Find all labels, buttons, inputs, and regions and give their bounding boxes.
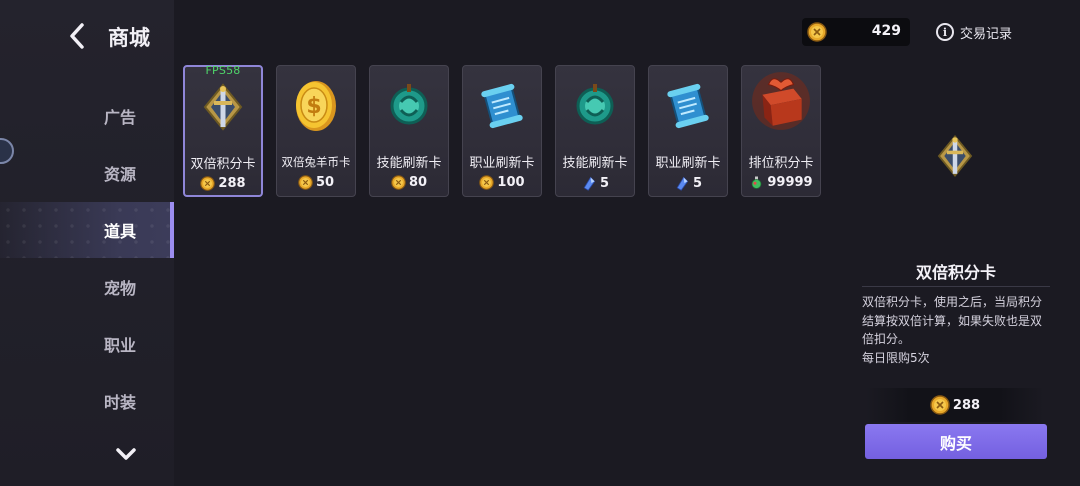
item-price: 100: [463, 175, 541, 190]
gold-coin-icon: $: [296, 81, 336, 131]
divider: [862, 286, 1050, 287]
transaction-history-button[interactable]: i 交易记录: [936, 22, 1012, 42]
red-gift-box-icon: [752, 72, 810, 130]
jade-refresh-icon: [576, 84, 614, 125]
detail-description-text: 双倍积分卡，使用之后，当局积分结算按双倍计算，如果失败也是双倍扣分。: [862, 295, 1043, 346]
svg-text:$: $: [306, 94, 321, 119]
item-name: 双倍兔羊币卡: [281, 155, 351, 169]
item-name: 双倍积分卡: [190, 157, 256, 172]
info-icon: i: [936, 23, 954, 41]
transaction-history-label: 交易记录: [960, 26, 1013, 42]
sidebar-item-ads[interactable]: 广告: [0, 88, 174, 144]
item-price-value: 5: [692, 175, 703, 191]
sword-emblem-icon: [203, 83, 243, 131]
scroll-down-button[interactable]: [112, 444, 140, 464]
sidebar-item-pets[interactable]: 宠物: [0, 259, 174, 315]
item-price: 5: [556, 175, 634, 191]
item-price-value: 100: [497, 175, 525, 190]
detail-price: 288: [866, 388, 1044, 422]
item-price: 80: [370, 175, 448, 190]
detail-price-value: 288: [952, 397, 981, 413]
sidebar: 商城 广告 资源 道具 宠物 职业 时装: [0, 0, 174, 486]
item-price: 288: [185, 176, 261, 191]
currency-display: 429: [802, 18, 910, 46]
page-title: 商城: [108, 26, 150, 50]
crystal-icon: [583, 176, 596, 191]
item-price-value: 288: [218, 176, 246, 191]
shop-item-card[interactable]: 技能刷新卡 5: [555, 65, 635, 197]
item-name: 技能刷新卡: [376, 156, 442, 171]
sidebar-item-fashion[interactable]: 时装: [0, 373, 174, 429]
blue-scroll-icon: [481, 83, 523, 129]
item-price: 99999: [742, 175, 820, 190]
buy-button[interactable]: 购买: [865, 424, 1047, 459]
detail-item-name: 双倍积分卡: [915, 263, 996, 282]
item-price-value: 5: [599, 175, 610, 191]
item-price-value: 99999: [767, 175, 813, 190]
sidebar-item-props[interactable]: 道具: [0, 202, 174, 258]
shop-item-card[interactable]: FPS58 双倍积分卡 288: [183, 64, 263, 197]
sword-emblem-icon: [937, 134, 973, 178]
detail-purchase-limit: 每日限购5次: [862, 350, 930, 365]
chevron-left-icon: [70, 23, 84, 49]
item-name: 排位积分卡: [748, 156, 814, 171]
gold-coin-icon: [200, 176, 216, 191]
item-name: 职业刷新卡: [655, 156, 721, 171]
blue-scroll-icon: [667, 83, 709, 129]
item-price-value: 50: [315, 175, 335, 190]
item-name: 技能刷新卡: [562, 156, 628, 171]
sidebar-item-resources[interactable]: 资源: [0, 145, 174, 201]
fps-counter: FPS58: [205, 64, 241, 77]
jade-refresh-icon: [390, 84, 428, 125]
back-button[interactable]: [62, 20, 92, 52]
sidebar-item-jobs[interactable]: 职业: [0, 316, 174, 372]
item-name: 职业刷新卡: [469, 156, 535, 171]
gold-coin-icon: [930, 395, 950, 415]
item-price-value: 80: [408, 175, 428, 190]
shop-item-card[interactable]: 技能刷新卡 80: [369, 65, 449, 197]
gold-coin-icon: [391, 175, 406, 190]
detail-description: 双倍积分卡，使用之后，当局积分结算按双倍计算，如果失败也是双倍扣分。 每日限购5…: [862, 293, 1050, 367]
item-price: 50: [277, 175, 355, 190]
gold-coin-icon: [298, 175, 313, 190]
shop-item-card[interactable]: 职业刷新卡 5: [648, 65, 728, 197]
item-price: 5: [649, 175, 727, 191]
potion-icon: [752, 176, 762, 189]
shop-item-card[interactable]: $ 双倍兔羊币卡 50: [276, 65, 356, 197]
shop-item-card[interactable]: 职业刷新卡 100: [462, 65, 542, 197]
shop-item-card[interactable]: 排位积分卡 99999: [741, 65, 821, 197]
chevron-down-icon: [116, 448, 136, 460]
gold-coin-icon: [807, 22, 827, 42]
crystal-icon: [676, 176, 689, 191]
gold-coin-icon: [479, 175, 495, 190]
currency-amount: 429: [871, 23, 901, 39]
